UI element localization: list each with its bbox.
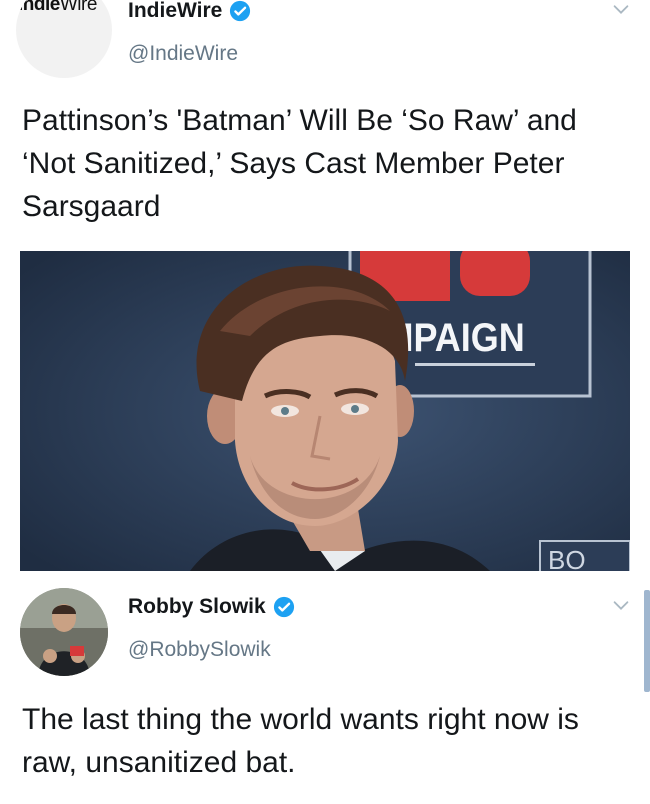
photo-illustration: AMPAIGN BO <box>20 251 630 571</box>
verified-badge-icon <box>230 0 251 22</box>
indiewire-logo: IndieWire <box>18 0 97 15</box>
verified-badge-icon <box>273 596 294 618</box>
handle[interactable]: @IndieWire <box>128 42 238 66</box>
display-name[interactable]: IndieWire <box>128 0 251 23</box>
tweet-text: The last thing the world wants right now… <box>22 703 579 779</box>
chevron-down-icon[interactable] <box>610 594 632 616</box>
scrollbar[interactable] <box>644 590 650 692</box>
tweet-photo[interactable]: AMPAIGN BO <box>20 251 630 571</box>
avatar-indiewire[interactable]: IndieWire <box>16 0 112 78</box>
display-name[interactable]: Robby Slowik <box>128 595 295 619</box>
avatar-robby-slowik[interactable] <box>20 588 108 676</box>
avatar-photo <box>20 588 108 676</box>
chevron-down-icon[interactable] <box>610 0 632 20</box>
handle[interactable]: @RobbySlowik <box>128 638 271 662</box>
tweet-indiewire: IndieWire IndieWire @IndieWire Pattinson… <box>0 0 650 580</box>
tweet-robby-slowik: Robby Slowik @RobbySlowik The last thing… <box>0 580 650 804</box>
backdrop-corner-text: BO <box>548 545 586 571</box>
tweet-text: Pattinson’s 'Batman’ Will Be ‘So Raw’ an… <box>22 104 577 223</box>
